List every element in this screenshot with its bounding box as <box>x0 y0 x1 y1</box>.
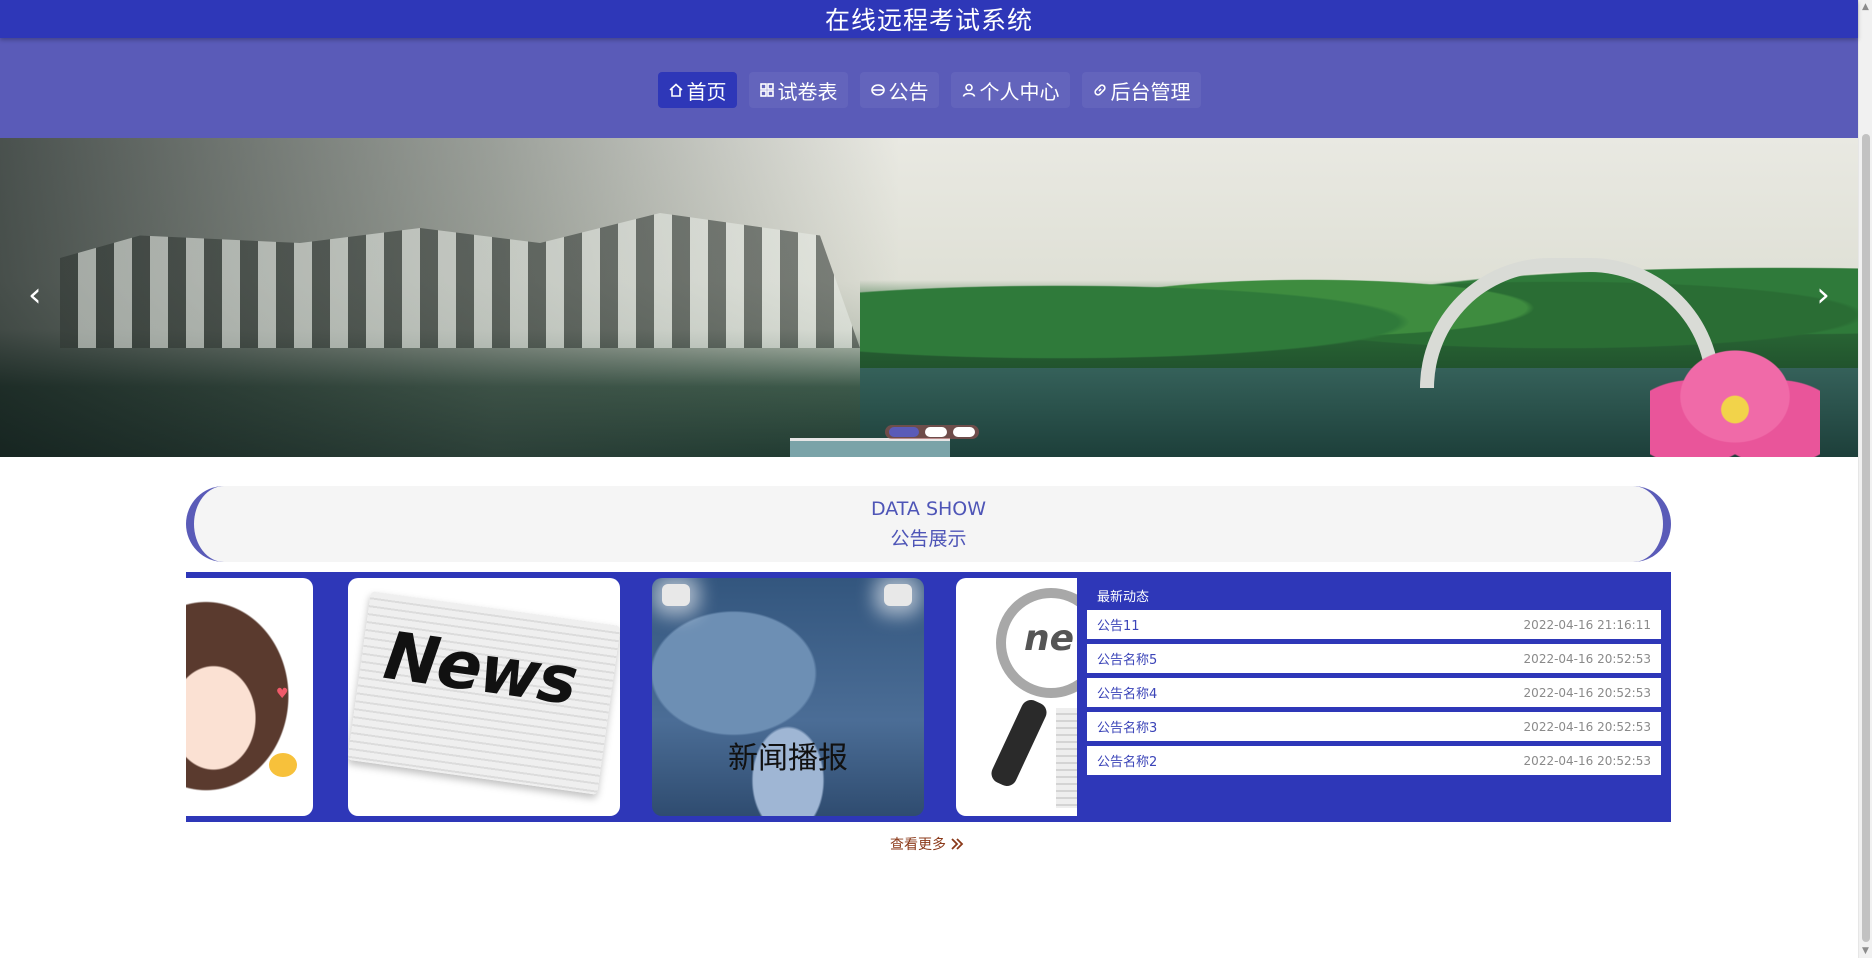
title-bar: 在线远程考试系统 <box>0 0 1858 38</box>
page: 在线远程考试系统 首页 试卷表 公告 个人中心 后台管理 ‹ › DATA SH… <box>0 0 1858 958</box>
latest-news-panel: 最新动态 公告11 2022-04-16 21:16:11 公告名称5 2022… <box>1077 572 1671 822</box>
notice-card[interactable]: ♥ <box>186 578 313 816</box>
notice-card[interactable]: 新闻播报 <box>652 578 924 816</box>
nav-item-papers[interactable]: 试卷表 <box>748 72 848 108</box>
card-caption: 新闻播报 <box>728 741 848 776</box>
list-item[interactable]: 公告11 2022-04-16 21:16:11 <box>1087 610 1661 639</box>
heart-icon: ♥ <box>276 686 289 702</box>
banner-carousel: ‹ › <box>0 138 1858 457</box>
spotlight-icon <box>884 584 912 606</box>
cartoon-girl-image <box>186 598 311 816</box>
view-more-link[interactable]: 查看更多 <box>890 834 964 854</box>
carousel-dot-2[interactable] <box>925 427 947 437</box>
notice-card[interactable]: new <box>956 578 1077 816</box>
notice-icon <box>870 84 885 96</box>
section-header: DATA SHOW 公告展示 <box>186 486 1671 562</box>
carousel-prev-button[interactable]: ‹ <box>28 278 42 312</box>
link-icon <box>1093 84 1106 96</box>
list-item-name: 公告名称3 <box>1097 721 1158 736</box>
grid-icon <box>759 83 774 97</box>
carousel-indicators <box>885 425 979 439</box>
nav-item-label: 公告 <box>888 79 929 104</box>
list-item-time: 2022-04-16 20:52:53 <box>1523 685 1651 700</box>
chick-image <box>269 753 297 777</box>
scroll-down-icon[interactable]: ▼ <box>1862 946 1869 956</box>
main-nav: 首页 试卷表 公告 个人中心 后台管理 <box>0 38 1858 138</box>
list-item-name: 公告名称4 <box>1097 687 1158 702</box>
list-item-name: 公告名称2 <box>1097 755 1158 770</box>
carousel-dot-1[interactable] <box>889 427 919 437</box>
list-item-name: 公告名称5 <box>1097 653 1158 668</box>
newspaper-image <box>1056 708 1077 808</box>
vertical-scrollbar[interactable]: ▲ ▼ <box>1858 0 1872 958</box>
view-more-label: 查看更多 <box>890 837 946 853</box>
magnifier-word: new <box>1024 618 1077 659</box>
list-item-time: 2022-04-16 20:52:53 <box>1523 719 1651 734</box>
banner-lotus <box>1650 338 1820 457</box>
section-title-en: DATA SHOW <box>870 497 987 520</box>
magnifier-handle <box>988 696 1050 790</box>
chevron-right-icon: › <box>1816 275 1830 315</box>
nav-item-home[interactable]: 首页 <box>657 72 737 108</box>
home-icon <box>668 83 683 97</box>
notice-card[interactable]: News <box>348 578 620 816</box>
list-item-name: 公告11 <box>1097 619 1140 634</box>
user-icon <box>962 83 975 97</box>
list-item[interactable]: 公告名称5 2022-04-16 20:52:53 <box>1087 644 1661 673</box>
section-title-cn: 公告展示 <box>890 527 967 550</box>
nav-item-label: 个人中心 <box>979 79 1060 104</box>
nav-item-notice[interactable]: 公告 <box>859 72 939 108</box>
nav-item-admin[interactable]: 后台管理 <box>1081 72 1201 108</box>
list-item[interactable]: 公告名称4 2022-04-16 20:52:53 <box>1087 678 1661 707</box>
site-title: 在线远程考试系统 <box>824 6 1033 35</box>
list-item-time: 2022-04-16 20:52:53 <box>1523 651 1651 666</box>
carousel-dot-3[interactable] <box>953 427 975 437</box>
notice-block: ♥ News 新闻播报 new 最新动态 公告11 <box>186 572 1671 822</box>
list-item-time: 2022-04-16 20:52:53 <box>1523 753 1651 768</box>
nav-item-personal-center[interactable]: 个人中心 <box>950 72 1070 108</box>
list-item[interactable]: 公告名称3 2022-04-16 20:52:53 <box>1087 712 1661 741</box>
chevron-left-icon: ‹ <box>28 275 42 315</box>
list-item[interactable]: 公告名称2 2022-04-16 20:52:53 <box>1087 746 1661 775</box>
scroll-up-icon[interactable]: ▲ <box>1862 2 1869 12</box>
notice-card-strip: ♥ News 新闻播报 new <box>186 578 1077 816</box>
double-chevron-right-icon <box>951 838 964 850</box>
nav-item-label: 试卷表 <box>777 79 838 104</box>
banner-boat <box>790 438 950 457</box>
spotlight-icon <box>662 584 690 606</box>
nav-item-label: 后台管理 <box>1110 79 1191 104</box>
latest-news-title: 最新动态 <box>1097 590 1150 605</box>
scrollbar-thumb[interactable] <box>1862 134 1870 942</box>
carousel-next-button[interactable]: › <box>1816 278 1830 312</box>
list-item-time: 2022-04-16 21:16:11 <box>1523 617 1651 632</box>
nav-item-label: 首页 <box>686 79 727 104</box>
